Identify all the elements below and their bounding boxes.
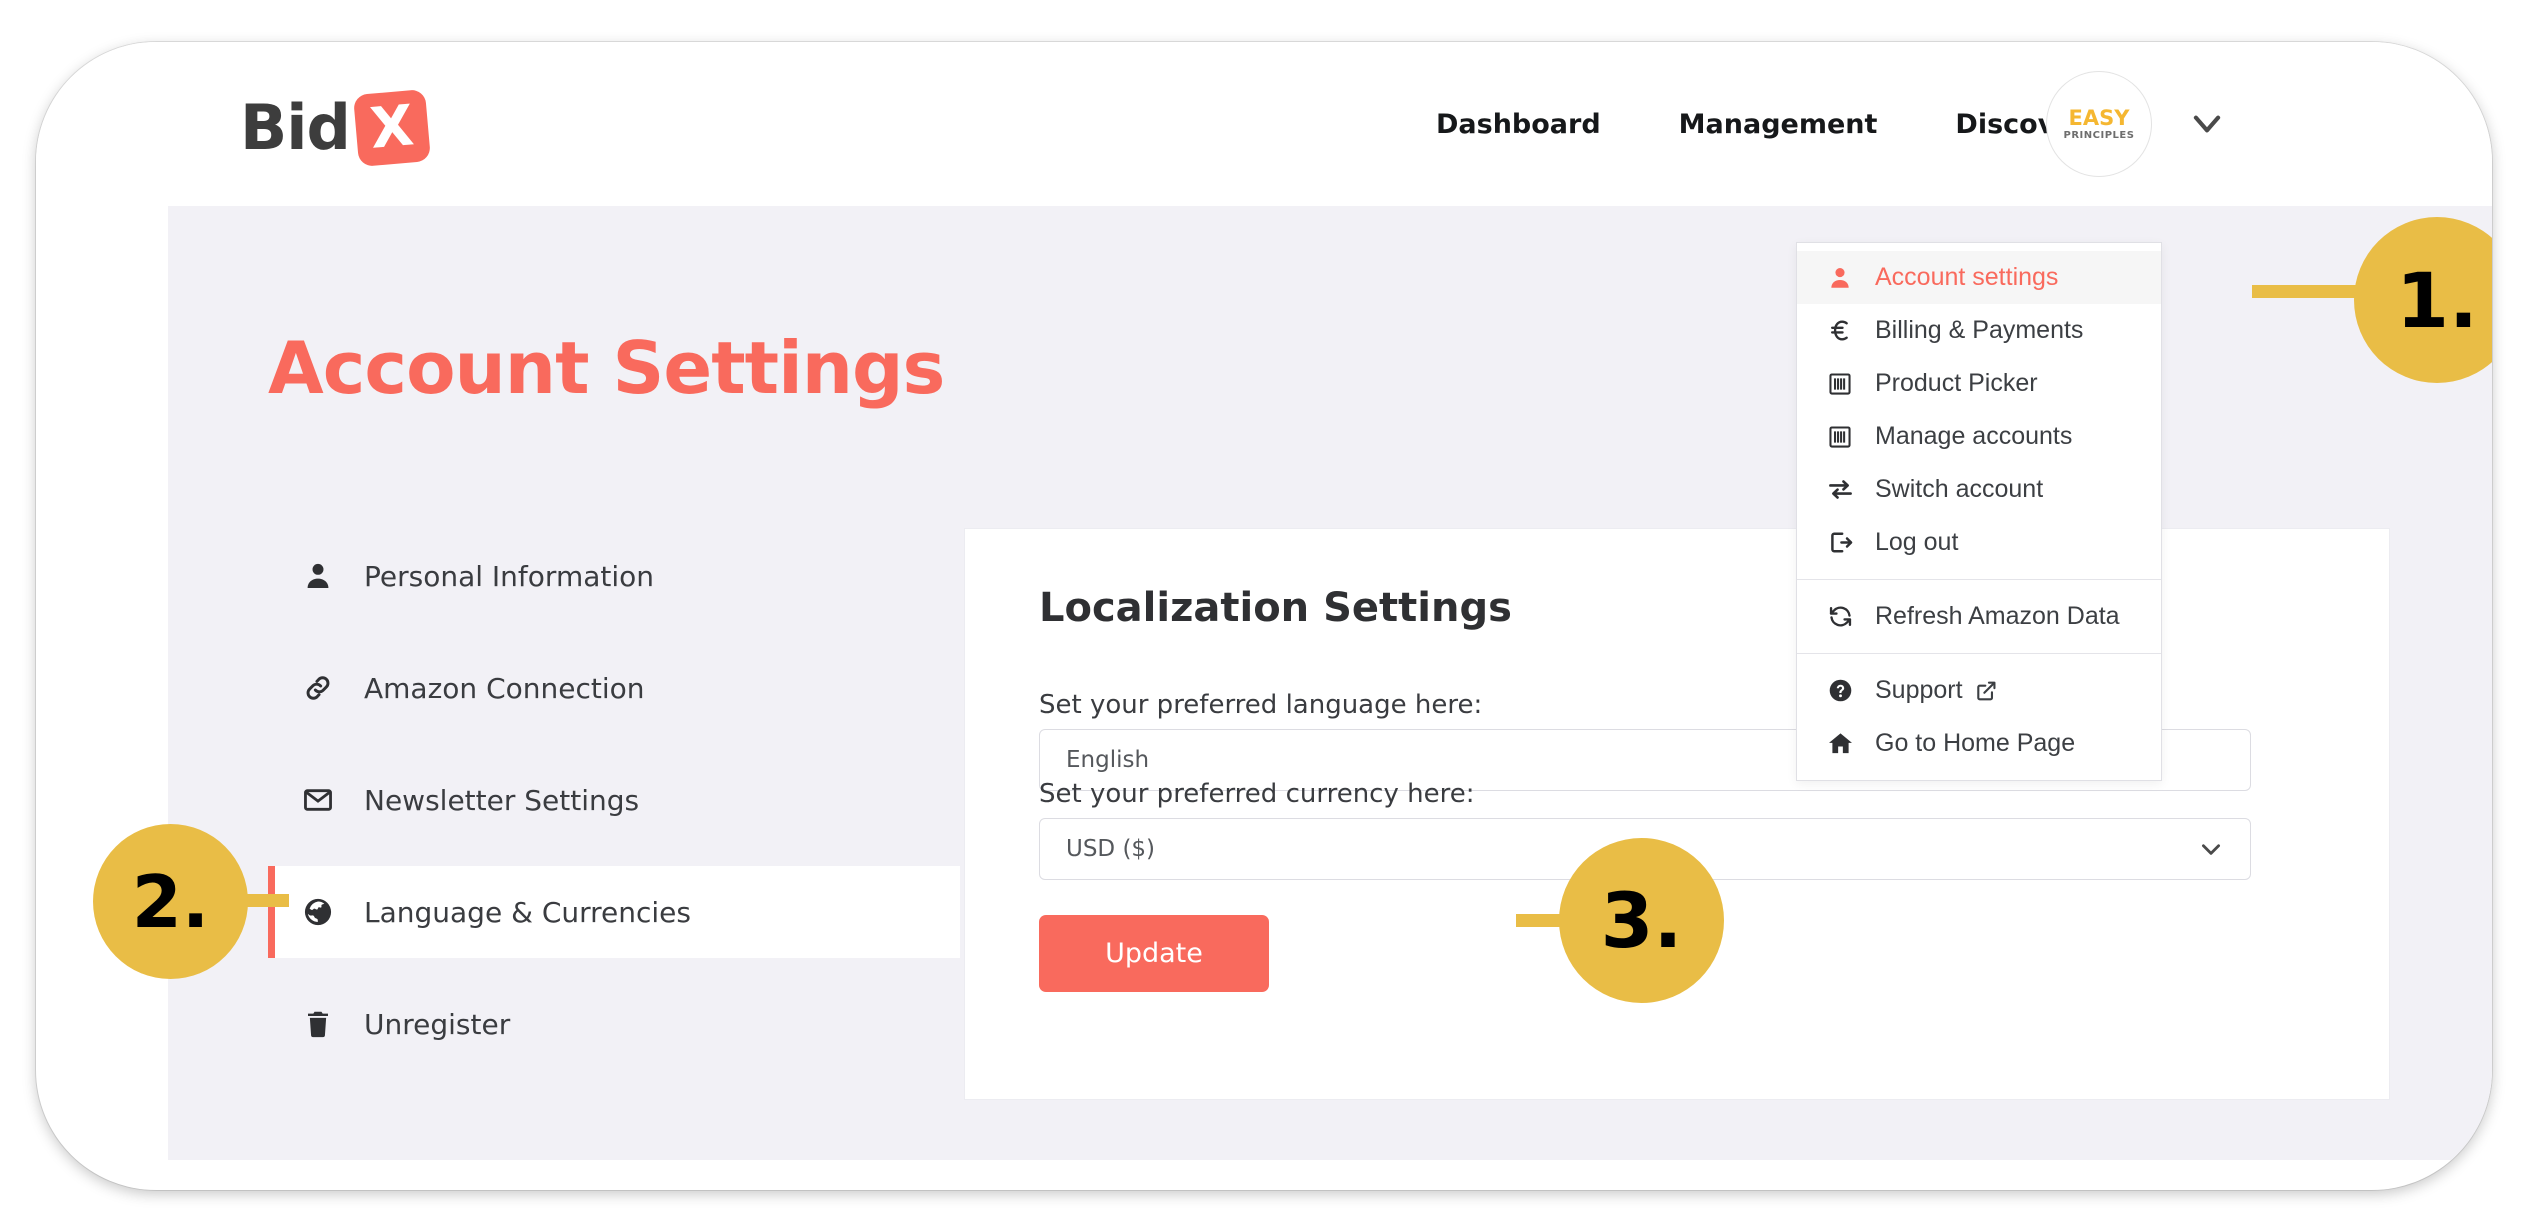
menu-item-manage-accounts[interactable]: Manage accounts — [1797, 410, 2161, 463]
menu-item-go-to-home-page[interactable]: Go to Home Page — [1797, 717, 2161, 770]
list-panel-icon — [1825, 422, 1855, 452]
language-input-value: English — [1066, 747, 1150, 773]
menu-item-label: Log out — [1875, 528, 1959, 556]
person-icon — [300, 558, 336, 594]
main-nav: Dashboard Management Discover — [1436, 42, 2087, 206]
external-link-icon — [1976, 681, 1996, 700]
menu-divider — [1797, 579, 2161, 580]
menu-item-label: Refresh Amazon Data — [1875, 602, 2120, 630]
menu-item-label: Support — [1875, 676, 1963, 704]
menu-item-label: Account settings — [1875, 263, 2059, 291]
sidebar-item-label: Newsletter Settings — [364, 783, 640, 817]
sidebar-item-label: Personal Information — [364, 559, 655, 593]
help-circle-icon — [1825, 676, 1855, 706]
menu-item-label: Go to Home Page — [1875, 729, 2076, 757]
nav-item-management[interactable]: Management — [1679, 109, 1878, 140]
menu-item-product-picker[interactable]: Product Picker — [1797, 357, 2161, 410]
menu-item-refresh-amazon-data[interactable]: Refresh Amazon Data — [1797, 590, 2161, 643]
sidebar-item-label: Language & Currencies — [364, 895, 691, 929]
menu-item-account-settings[interactable]: Account settings — [1797, 251, 2161, 304]
switch-arrows-icon — [1825, 475, 1855, 505]
brand-logo-mark-letter: X — [367, 93, 417, 162]
menu-divider — [1797, 653, 2161, 654]
account-dropdown-menu: Account settings Billing & Payments Prod… — [1796, 242, 2162, 781]
sidebar-item-label: Unregister — [364, 1007, 511, 1041]
update-button[interactable]: Update — [1039, 915, 1269, 992]
top-bar: Bid X Dashboard Management Discover EASY… — [36, 42, 2492, 206]
sidebar-item-unregister[interactable]: Unregister — [268, 978, 960, 1070]
menu-item-switch-account[interactable]: Switch account — [1797, 463, 2161, 516]
trash-icon — [300, 1006, 336, 1042]
sidebar-item-newsletter-settings[interactable]: Newsletter Settings — [268, 754, 960, 846]
brand-logo[interactable]: Bid X — [240, 88, 431, 168]
menu-item-log-out[interactable]: Log out — [1797, 516, 2161, 569]
language-field-label: Set your preferred language here: — [1039, 690, 1483, 720]
avatar-top-text: EASY — [2068, 105, 2130, 130]
chevron-down-icon — [2202, 844, 2220, 855]
globe-icon — [300, 894, 336, 930]
currency-field-label: Set your preferred currency here: — [1039, 779, 1475, 809]
brand-logo-text: Bid — [240, 91, 351, 164]
euro-icon — [1825, 316, 1855, 346]
envelope-icon — [300, 782, 336, 818]
callout-badge-3: 3. — [1559, 838, 1724, 1003]
settings-sidebar: Personal Information Amazon Connection N… — [268, 530, 960, 1070]
avatar[interactable]: EASY PRINCIPLES — [2046, 71, 2152, 177]
list-panel-icon — [1825, 369, 1855, 399]
menu-item-label: Product Picker — [1875, 369, 2038, 397]
callout-badge-2: 2. — [93, 824, 248, 979]
refresh-icon — [1825, 602, 1855, 632]
device-frame: Bid X Dashboard Management Discover EASY… — [36, 42, 2492, 1190]
menu-item-support[interactable]: Support — [1797, 664, 2161, 717]
chevron-down-icon[interactable] — [2188, 105, 2226, 143]
sidebar-item-personal-information[interactable]: Personal Information — [268, 530, 960, 622]
menu-item-label: Manage accounts — [1875, 422, 2073, 450]
sidebar-item-language-currencies[interactable]: Language & Currencies — [268, 866, 960, 958]
localization-settings-card: Localization Settings Set your preferred… — [964, 528, 2390, 1100]
currency-select-value: USD ($) — [1066, 836, 1156, 862]
brand-logo-mark-icon: X — [352, 88, 431, 168]
page-title: Account Settings — [268, 326, 945, 410]
menu-item-billing-payments[interactable]: Billing & Payments — [1797, 304, 2161, 357]
logout-icon — [1825, 528, 1855, 558]
card-title: Localization Settings — [1039, 585, 1512, 631]
account-menu-trigger[interactable]: EASY PRINCIPLES — [2046, 42, 2226, 206]
menu-item-label: Billing & Payments — [1875, 316, 2084, 344]
sidebar-item-amazon-connection[interactable]: Amazon Connection — [268, 642, 960, 734]
avatar-bottom-text: PRINCIPLES — [2063, 129, 2135, 141]
nav-item-dashboard[interactable]: Dashboard — [1436, 109, 1601, 140]
link-icon — [300, 670, 336, 706]
home-icon — [1825, 729, 1855, 759]
sidebar-item-label: Amazon Connection — [364, 671, 645, 705]
menu-item-label: Switch account — [1875, 475, 2044, 503]
user-icon — [1825, 263, 1855, 293]
